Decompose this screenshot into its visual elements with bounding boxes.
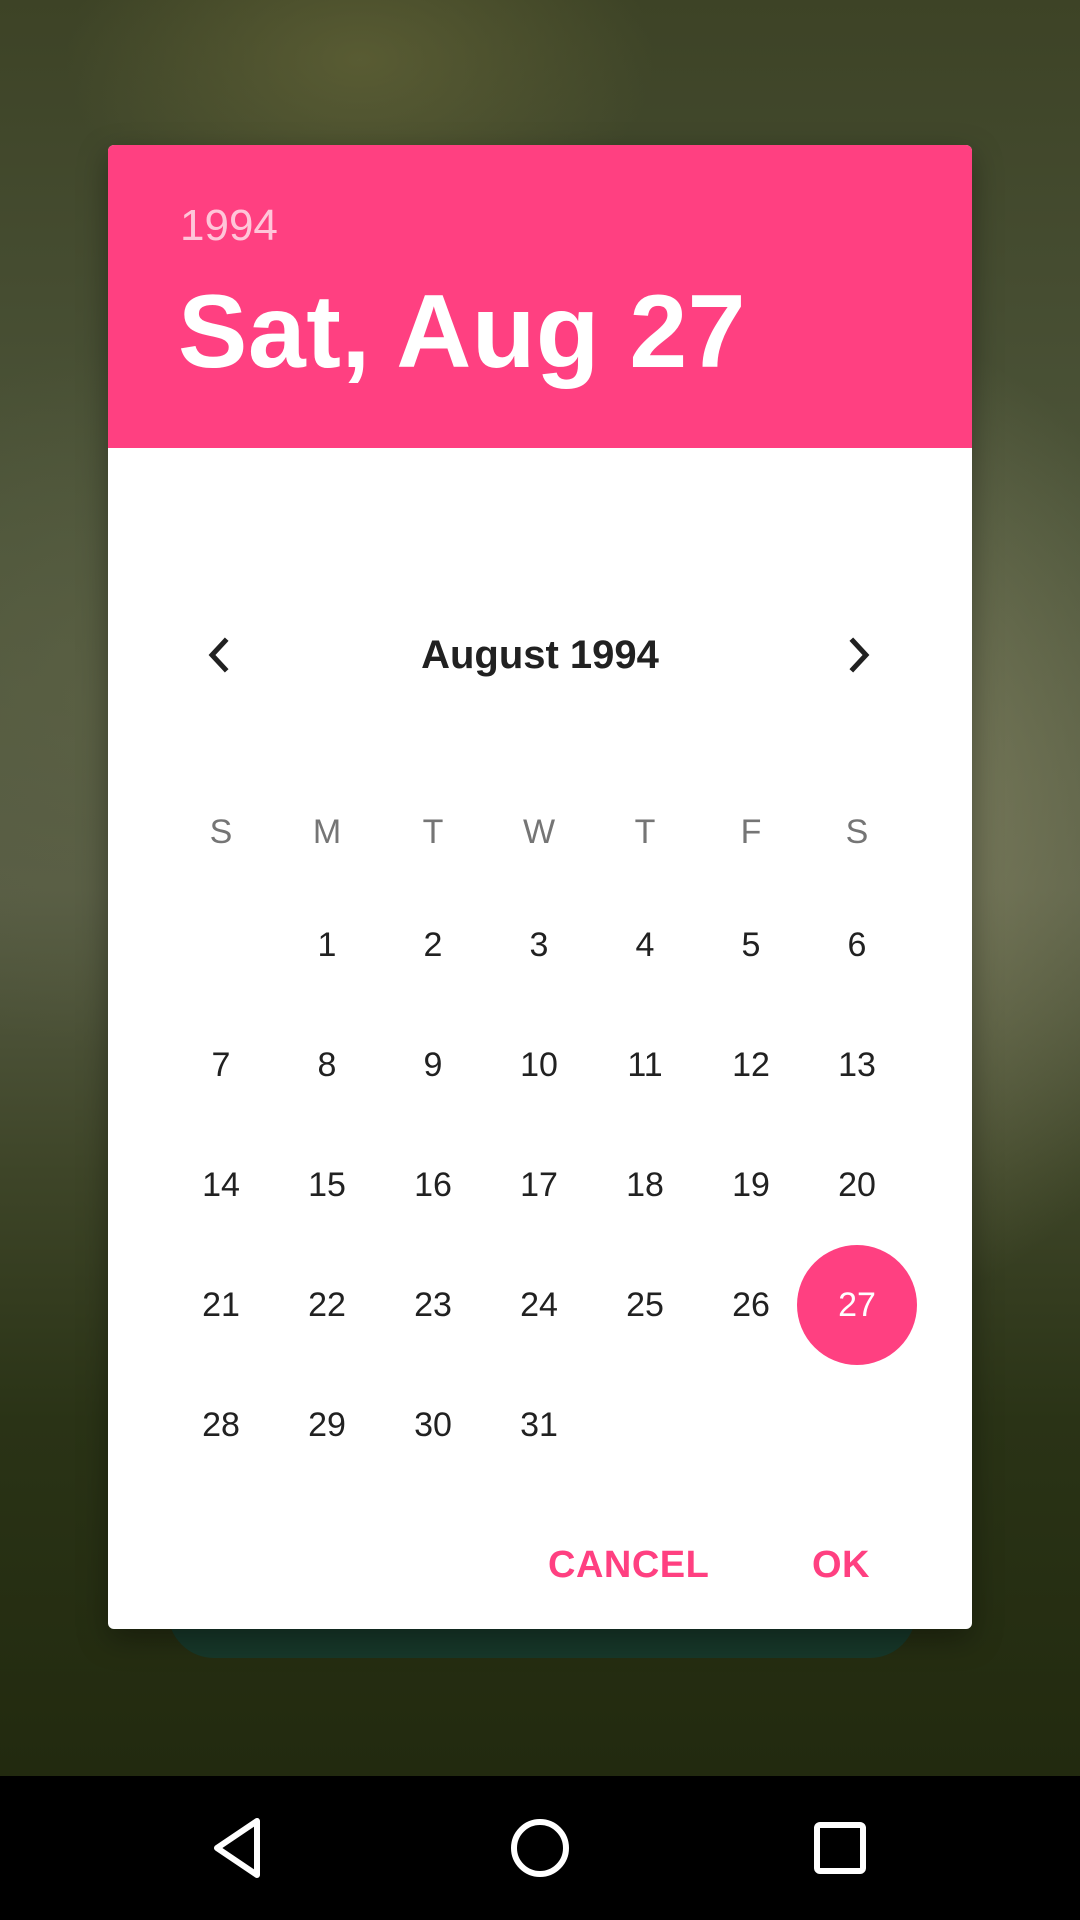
home-button[interactable] xyxy=(490,1798,590,1898)
calendar-day[interactable]: 23 xyxy=(373,1245,493,1365)
cancel-button[interactable]: CANCEL xyxy=(548,1515,709,1615)
back-button[interactable] xyxy=(190,1798,290,1898)
calendar-day[interactable]: 28 xyxy=(161,1365,281,1485)
calendar-day[interactable]: 21 xyxy=(161,1245,281,1365)
home-circle-icon xyxy=(511,1819,569,1877)
weekday-header: T xyxy=(634,813,656,851)
back-triangle-icon xyxy=(214,1818,260,1878)
calendar-day[interactable]: 12 xyxy=(691,1005,811,1125)
recents-button[interactable] xyxy=(790,1798,890,1898)
calendar-day[interactable]: 31 xyxy=(479,1365,599,1485)
calendar-day[interactable]: 9 xyxy=(373,1005,493,1125)
calendar-day[interactable]: 15 xyxy=(267,1125,387,1245)
weekday-header: W xyxy=(522,813,556,851)
calendar-day[interactable]: 24 xyxy=(479,1245,599,1365)
date-picker-header: 1994 Sat, Aug 27 xyxy=(108,145,972,448)
calendar-day[interactable]: 29 xyxy=(267,1365,387,1485)
calendar-day[interactable]: 17 xyxy=(479,1125,599,1245)
previous-month-button[interactable] xyxy=(180,615,260,695)
calendar-day[interactable]: 18 xyxy=(585,1125,705,1245)
dialog-actions: CANCEL OK xyxy=(108,1515,972,1615)
recents-square-icon xyxy=(814,1822,866,1874)
weekday-header: F xyxy=(740,813,762,851)
calendar-day[interactable]: 19 xyxy=(691,1125,811,1245)
calendar-day[interactable]: 6 xyxy=(797,885,917,1005)
calendar-day[interactable]: 25 xyxy=(585,1245,705,1365)
header-date[interactable]: Sat, Aug 27 xyxy=(178,273,746,392)
calendar-day[interactable]: 8 xyxy=(267,1005,387,1125)
calendar-day[interactable]: 5 xyxy=(691,885,811,1005)
calendar-day[interactable]: 14 xyxy=(161,1125,281,1245)
calendar-day[interactable]: 20 xyxy=(797,1125,917,1245)
ok-button[interactable]: OK xyxy=(812,1515,870,1615)
calendar-day-selected[interactable]: 27 xyxy=(797,1245,917,1365)
calendar-day[interactable]: 2 xyxy=(373,885,493,1005)
calendar-day[interactable]: 1 xyxy=(267,885,387,1005)
calendar-day[interactable]: 4 xyxy=(585,885,705,1005)
calendar-day[interactable]: 30 xyxy=(373,1365,493,1485)
weekday-header: T xyxy=(422,813,444,851)
next-month-button[interactable] xyxy=(818,615,898,695)
calendar-day[interactable]: 22 xyxy=(267,1245,387,1365)
calendar-day[interactable]: 26 xyxy=(691,1245,811,1365)
calendar-day[interactable]: 10 xyxy=(479,1005,599,1125)
calendar-day[interactable]: 13 xyxy=(797,1005,917,1125)
calendar-day[interactable]: 11 xyxy=(585,1005,705,1125)
calendar-day[interactable]: 16 xyxy=(373,1125,493,1245)
month-navigation: August 1994 xyxy=(108,615,972,695)
weekday-header: S xyxy=(209,813,233,851)
chevron-left-icon xyxy=(208,637,229,673)
header-year[interactable]: 1994 xyxy=(180,201,278,251)
chevron-right-icon xyxy=(849,637,870,673)
calendar-day[interactable]: 3 xyxy=(479,885,599,1005)
weekday-header: S xyxy=(845,813,869,851)
calendar-day[interactable]: 7 xyxy=(161,1005,281,1125)
date-picker-dialog: 1994 Sat, Aug 27 August 1994 SMTWTFS1234… xyxy=(108,145,972,1629)
system-navigation-bar xyxy=(0,1776,1080,1920)
weekday-header: M xyxy=(312,813,342,851)
